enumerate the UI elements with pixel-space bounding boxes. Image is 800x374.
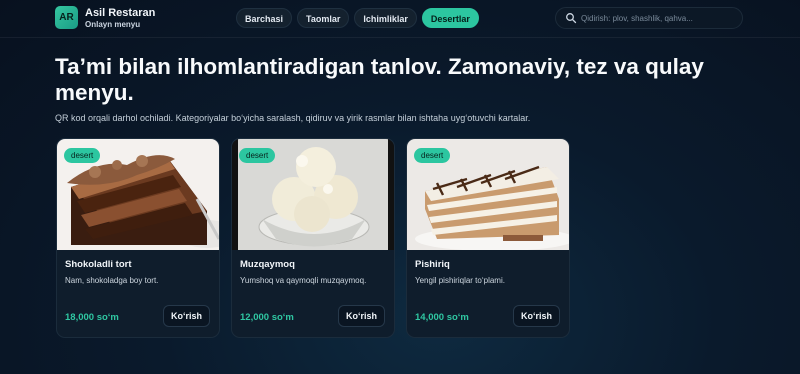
view-button[interactable]: Ko‘rish: [162, 305, 210, 327]
card-title: Muzqaymoq: [240, 259, 295, 270]
card-price: 18,000 so‘m: [65, 312, 119, 323]
category-badge: desert: [414, 148, 451, 163]
card-description: Yengil pishiriqlar to‘plami.: [415, 276, 505, 285]
tab-taomlar[interactable]: Taomlar: [297, 8, 350, 28]
card-title: Pishiriq: [415, 259, 450, 270]
view-button[interactable]: Ko‘rish: [337, 305, 385, 327]
brand-subtitle: Onlayn menyu: [85, 20, 141, 29]
search-icon: [566, 13, 577, 24]
category-tabs: Barchasi Taomlar Ichimliklar Desertlar: [236, 8, 479, 28]
logo-badge[interactable]: AR: [55, 6, 78, 29]
view-button[interactable]: Ko‘rish: [512, 305, 560, 327]
card-description: Yumshoq va qaymoqli muzqaymoq.: [240, 276, 367, 285]
tab-desertlar[interactable]: Desertlar: [421, 8, 479, 28]
tab-barchasi[interactable]: Barchasi: [236, 8, 293, 28]
category-badge: desert: [64, 148, 101, 163]
menu-card[interactable]: desert Shokoladli tort Nam, shokoladga b…: [56, 138, 220, 338]
menu-card[interactable]: desert Muzqaymoq Yumshoq va qaymoqli muz…: [231, 138, 395, 338]
brand-name: Asil Restaran: [85, 7, 156, 19]
card-price: 12,000 so‘m: [240, 312, 294, 323]
top-bar: AR Asil Restaran Onlayn menyu Barchasi T…: [0, 0, 800, 38]
card-price: 14,000 so‘m: [415, 312, 469, 323]
card-description: Nam, shokoladga boy tort.: [65, 276, 159, 285]
menu-card[interactable]: desert Pishiriq Yengil pishiriqlar to‘pl…: [406, 138, 570, 338]
hero-title: Ta’mi bilan ilhomlantiradigan tanlov. Za…: [55, 54, 704, 105]
hero-subtitle: QR kod orqali darhol ochiladi. Kategoriy…: [55, 113, 531, 123]
card-title: Shokoladli tort: [65, 259, 132, 270]
tab-ichimliklar[interactable]: Ichimliklar: [354, 8, 417, 28]
search-input[interactable]: [581, 10, 736, 26]
category-badge: desert: [239, 148, 276, 163]
search-box[interactable]: [555, 7, 743, 29]
